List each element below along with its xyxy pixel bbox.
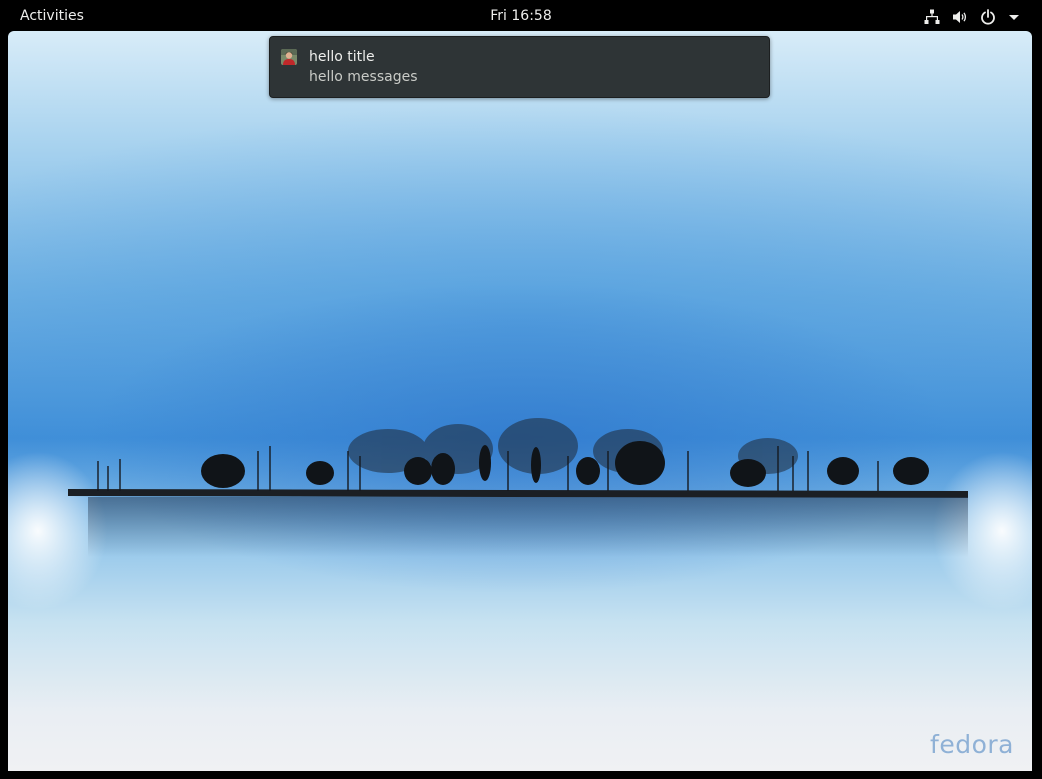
user-avatar-icon	[281, 49, 297, 65]
top-bar: Activities Fri 16:58	[0, 0, 1042, 32]
system-tray[interactable]	[924, 7, 1020, 27]
power-icon[interactable]	[980, 9, 996, 25]
clock-button[interactable]: Fri 16:58	[490, 8, 551, 24]
screen-corner	[0, 735, 3, 771]
notification-title: hello title	[309, 49, 375, 65]
chevron-down-icon[interactable]	[1008, 9, 1020, 25]
network-icon[interactable]	[924, 9, 940, 25]
desktop-wallpaper: fedora	[8, 31, 1032, 771]
activities-button[interactable]: Activities	[20, 8, 84, 24]
notification-message: hello messages	[309, 69, 418, 85]
notification-banner[interactable]: hello title hello messages	[269, 36, 770, 98]
volume-icon[interactable]	[952, 9, 968, 25]
fedora-logo: fedora	[930, 730, 1014, 759]
clock-container: Fri 16:58	[0, 8, 1042, 24]
